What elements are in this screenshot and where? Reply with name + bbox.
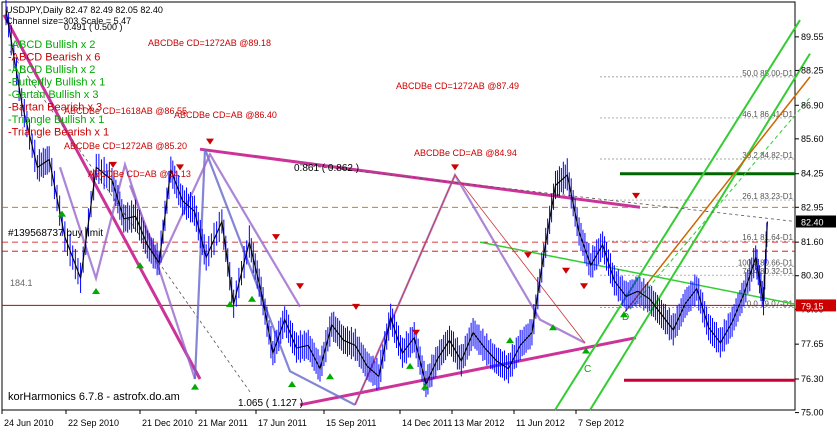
chart-annotation: ABCDBe CD=AB @84.13 xyxy=(88,169,191,179)
y-tick-label: 76.30 xyxy=(801,374,824,384)
chart-annotation: C xyxy=(584,364,591,375)
current-price-label: 82.40 xyxy=(801,217,824,227)
x-tick-label: 11 Jun 2012 xyxy=(516,418,565,428)
x-tick-label: 15 Sep 2011 xyxy=(326,418,376,428)
pattern-legend-item: -Gartan Bullish x 3 xyxy=(8,89,98,101)
chart-annotation: ABCDBe CD=1272AB @89.18 xyxy=(148,38,271,48)
y-tick-label: 75.00 xyxy=(801,408,824,418)
chart-annotation: D xyxy=(622,312,629,323)
symbol-line: USDJPY,Daily 82.47 82.49 82.05 82.40 xyxy=(6,5,163,15)
pattern-legend-item: -Butterfly Bullish x 1 xyxy=(8,77,105,89)
chart-annotation: ABCDBe CD=1618AB @86.55 xyxy=(64,106,187,116)
x-tick-label: 13 Mar 2012 xyxy=(454,418,505,428)
x-tick-label: 21 Dec 2010 xyxy=(142,418,193,428)
chart-annotation: 1.065 ( 1.127 ) xyxy=(238,398,303,409)
y-tick-label: 89.55 xyxy=(801,32,824,42)
fib-level-label: 46.1 86.41-D1 xyxy=(742,110,793,119)
y-tick-label: 82.95 xyxy=(801,202,824,212)
y-tick-label: 77.65 xyxy=(801,339,824,349)
level-price-label: 79.15 xyxy=(801,301,824,311)
fib-level-label: 16.1 81.64-D1 xyxy=(742,233,793,242)
fib-level-label: 0.0 79.07-D1 xyxy=(747,299,794,308)
fib-level-label: 26.1 83.23-D1 xyxy=(742,192,793,201)
pattern-legend-item: -Triangle Bearish x 1 xyxy=(8,127,109,139)
y-tick-label: 84.25 xyxy=(801,169,824,179)
chart-annotation: ABCDBe CD=1272AB @87.49 xyxy=(396,81,519,91)
pattern-legend-item: -ABCD Bearish x 6 xyxy=(8,52,100,64)
price-chart[interactable]: 50.0 88.00-D146.1 86.41-D138.2 84.82-D12… xyxy=(0,0,837,434)
footer-credit: korHarmonics 6.7.8 - astrofx.do.am xyxy=(8,391,180,403)
y-tick-label: 85.60 xyxy=(801,134,824,144)
pattern-legend-item: -ABCD Bullish x 2 xyxy=(8,39,95,51)
chart-annotation: 184.1 xyxy=(10,278,33,288)
x-tick-label: 24 Jun 2010 xyxy=(4,418,54,428)
y-tick-label: 86.90 xyxy=(801,100,824,110)
chart-annotation: ABCDBe CD=1272AB @85.20 xyxy=(64,141,187,151)
chart-annotation: ABCDBe CD=AB @84.94 xyxy=(414,148,517,158)
x-tick-label: 21 Mar 2011 xyxy=(198,418,248,428)
x-tick-label: 7 Sep 2012 xyxy=(578,418,624,428)
y-tick-label: 81.60 xyxy=(801,237,824,247)
chart-annotation: #139568737 buy limit xyxy=(8,228,103,239)
chart-annotation: 0.861 ( 0.862 ) xyxy=(294,163,359,174)
y-tick-label: 80.30 xyxy=(801,271,824,281)
y-tick-label: 88.25 xyxy=(801,65,824,75)
ratio-line: 0.491 ( 0.500 ) xyxy=(64,22,123,32)
chart-annotation: ABCDBe CD=AB @86.40 xyxy=(174,110,277,120)
pattern-legend-item: -ABCD Bullish x 2 xyxy=(8,64,95,76)
x-tick-label: 22 Sep 2010 xyxy=(68,418,119,428)
chart-root: 50.0 88.00-D146.1 86.41-D138.2 84.82-D12… xyxy=(0,0,837,434)
x-tick-label: 14 Dec 2011 xyxy=(402,418,452,428)
x-tick-label: 17 Jun 2011 xyxy=(258,418,307,428)
